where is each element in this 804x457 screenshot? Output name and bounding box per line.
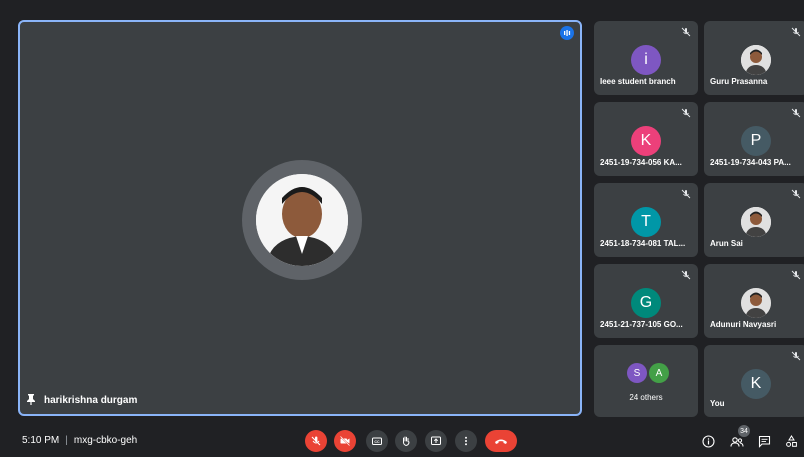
participant-tile[interactable]: i Ieee student branch: [594, 21, 698, 95]
participant-avatar: i: [631, 45, 661, 75]
meeting-details-button[interactable]: [701, 434, 715, 448]
speaking-indicator-icon: [560, 26, 574, 40]
mic-off-icon: [681, 108, 691, 118]
participant-avatar: [741, 288, 771, 318]
svg-text:CC: CC: [374, 440, 380, 444]
camera-toggle-button[interactable]: [334, 430, 356, 452]
participant-name: Adunuri Navyasri: [710, 320, 777, 329]
participant-name: Guru Prasanna: [710, 77, 768, 86]
participant-tile[interactable]: P 2451-19-734-043 PA...: [704, 102, 804, 176]
participant-avatar: [741, 45, 771, 75]
participant-tile[interactable]: K 2451-19-734-056 KA...: [594, 102, 698, 176]
participant-avatar: K: [631, 126, 661, 156]
self-name: You: [710, 399, 725, 408]
participant-avatar: P: [741, 126, 771, 156]
bottom-control-bar: 5:10 PM | mxg-cbko-geh CC 34: [0, 425, 804, 457]
participant-name: 2451-18-734-081 TAL...: [600, 239, 686, 248]
meeting-info: 5:10 PM | mxg-cbko-geh: [22, 435, 137, 446]
participant-name: 2451-21-737-105 GO...: [600, 320, 683, 329]
mic-off-icon: [791, 189, 801, 199]
present-screen-button[interactable]: [425, 430, 447, 452]
participant-name: Ieee student branch: [600, 77, 676, 86]
info-icon: [701, 434, 715, 448]
others-avatar: S: [627, 363, 647, 383]
divider: |: [65, 435, 68, 446]
participant-avatar: T: [631, 207, 661, 237]
main-video-tile[interactable]: harikrishna durgam: [18, 20, 582, 416]
pin-icon[interactable]: [26, 393, 36, 408]
participant-name: 2451-19-734-056 KA...: [600, 158, 682, 167]
mic-off-icon: [791, 270, 801, 280]
participant-tile[interactable]: Arun Sai: [704, 183, 804, 257]
others-tile[interactable]: S A 24 others: [594, 345, 698, 417]
mic-off-icon: [791, 351, 801, 361]
mic-off-icon: [681, 189, 691, 199]
participant-avatar: G: [631, 288, 661, 318]
participant-count-badge: 34: [738, 425, 750, 437]
end-call-icon: [495, 439, 507, 444]
leave-call-button[interactable]: [485, 430, 517, 452]
mic-off-icon: [681, 270, 691, 280]
more-vert-icon: [465, 436, 467, 446]
mic-off-icon: [791, 27, 801, 37]
mic-off-icon: [791, 108, 801, 118]
mic-toggle-button[interactable]: [305, 430, 327, 452]
participant-name: Arun Sai: [710, 239, 743, 248]
others-avatar: A: [649, 363, 669, 383]
camera-off-icon: [340, 436, 350, 446]
self-tile[interactable]: K You: [704, 345, 804, 417]
participant-avatar: [741, 207, 771, 237]
activities-button[interactable]: [784, 434, 798, 448]
closed-captions-icon: CC: [372, 437, 382, 445]
chat-icon: [758, 435, 770, 448]
meeting-code: mxg-cbko-geh: [73, 435, 138, 446]
more-options-button[interactable]: [455, 430, 477, 452]
participant-tile[interactable]: G 2451-21-737-105 GO...: [594, 264, 698, 338]
participant-tile[interactable]: Adunuri Navyasri: [704, 264, 804, 338]
captions-button[interactable]: CC: [366, 430, 388, 452]
others-avatars: S A: [627, 363, 669, 383]
participant-tile[interactable]: Guru Prasanna: [704, 21, 804, 95]
participant-name: 2451-19-734-043 PA...: [710, 158, 791, 167]
mic-off-icon: [311, 436, 321, 446]
self-avatar: K: [741, 369, 771, 399]
mic-off-icon: [681, 27, 691, 37]
clock-time: 5:10 PM: [22, 435, 60, 446]
raise-hand-button[interactable]: [395, 430, 417, 452]
participant-tile[interactable]: T 2451-18-734-081 TAL...: [594, 183, 698, 257]
activities-shapes-icon: [785, 434, 797, 447]
presenter-avatar: [242, 160, 362, 280]
chat-button[interactable]: [757, 434, 771, 448]
presenter-label: harikrishna durgam: [26, 393, 137, 408]
presenter-photo: [256, 174, 348, 266]
others-count-label: 24 others: [629, 393, 663, 402]
raise-hand-icon: [402, 436, 410, 447]
presenter-name: harikrishna durgam: [44, 395, 138, 406]
present-screen-icon: [431, 436, 441, 445]
